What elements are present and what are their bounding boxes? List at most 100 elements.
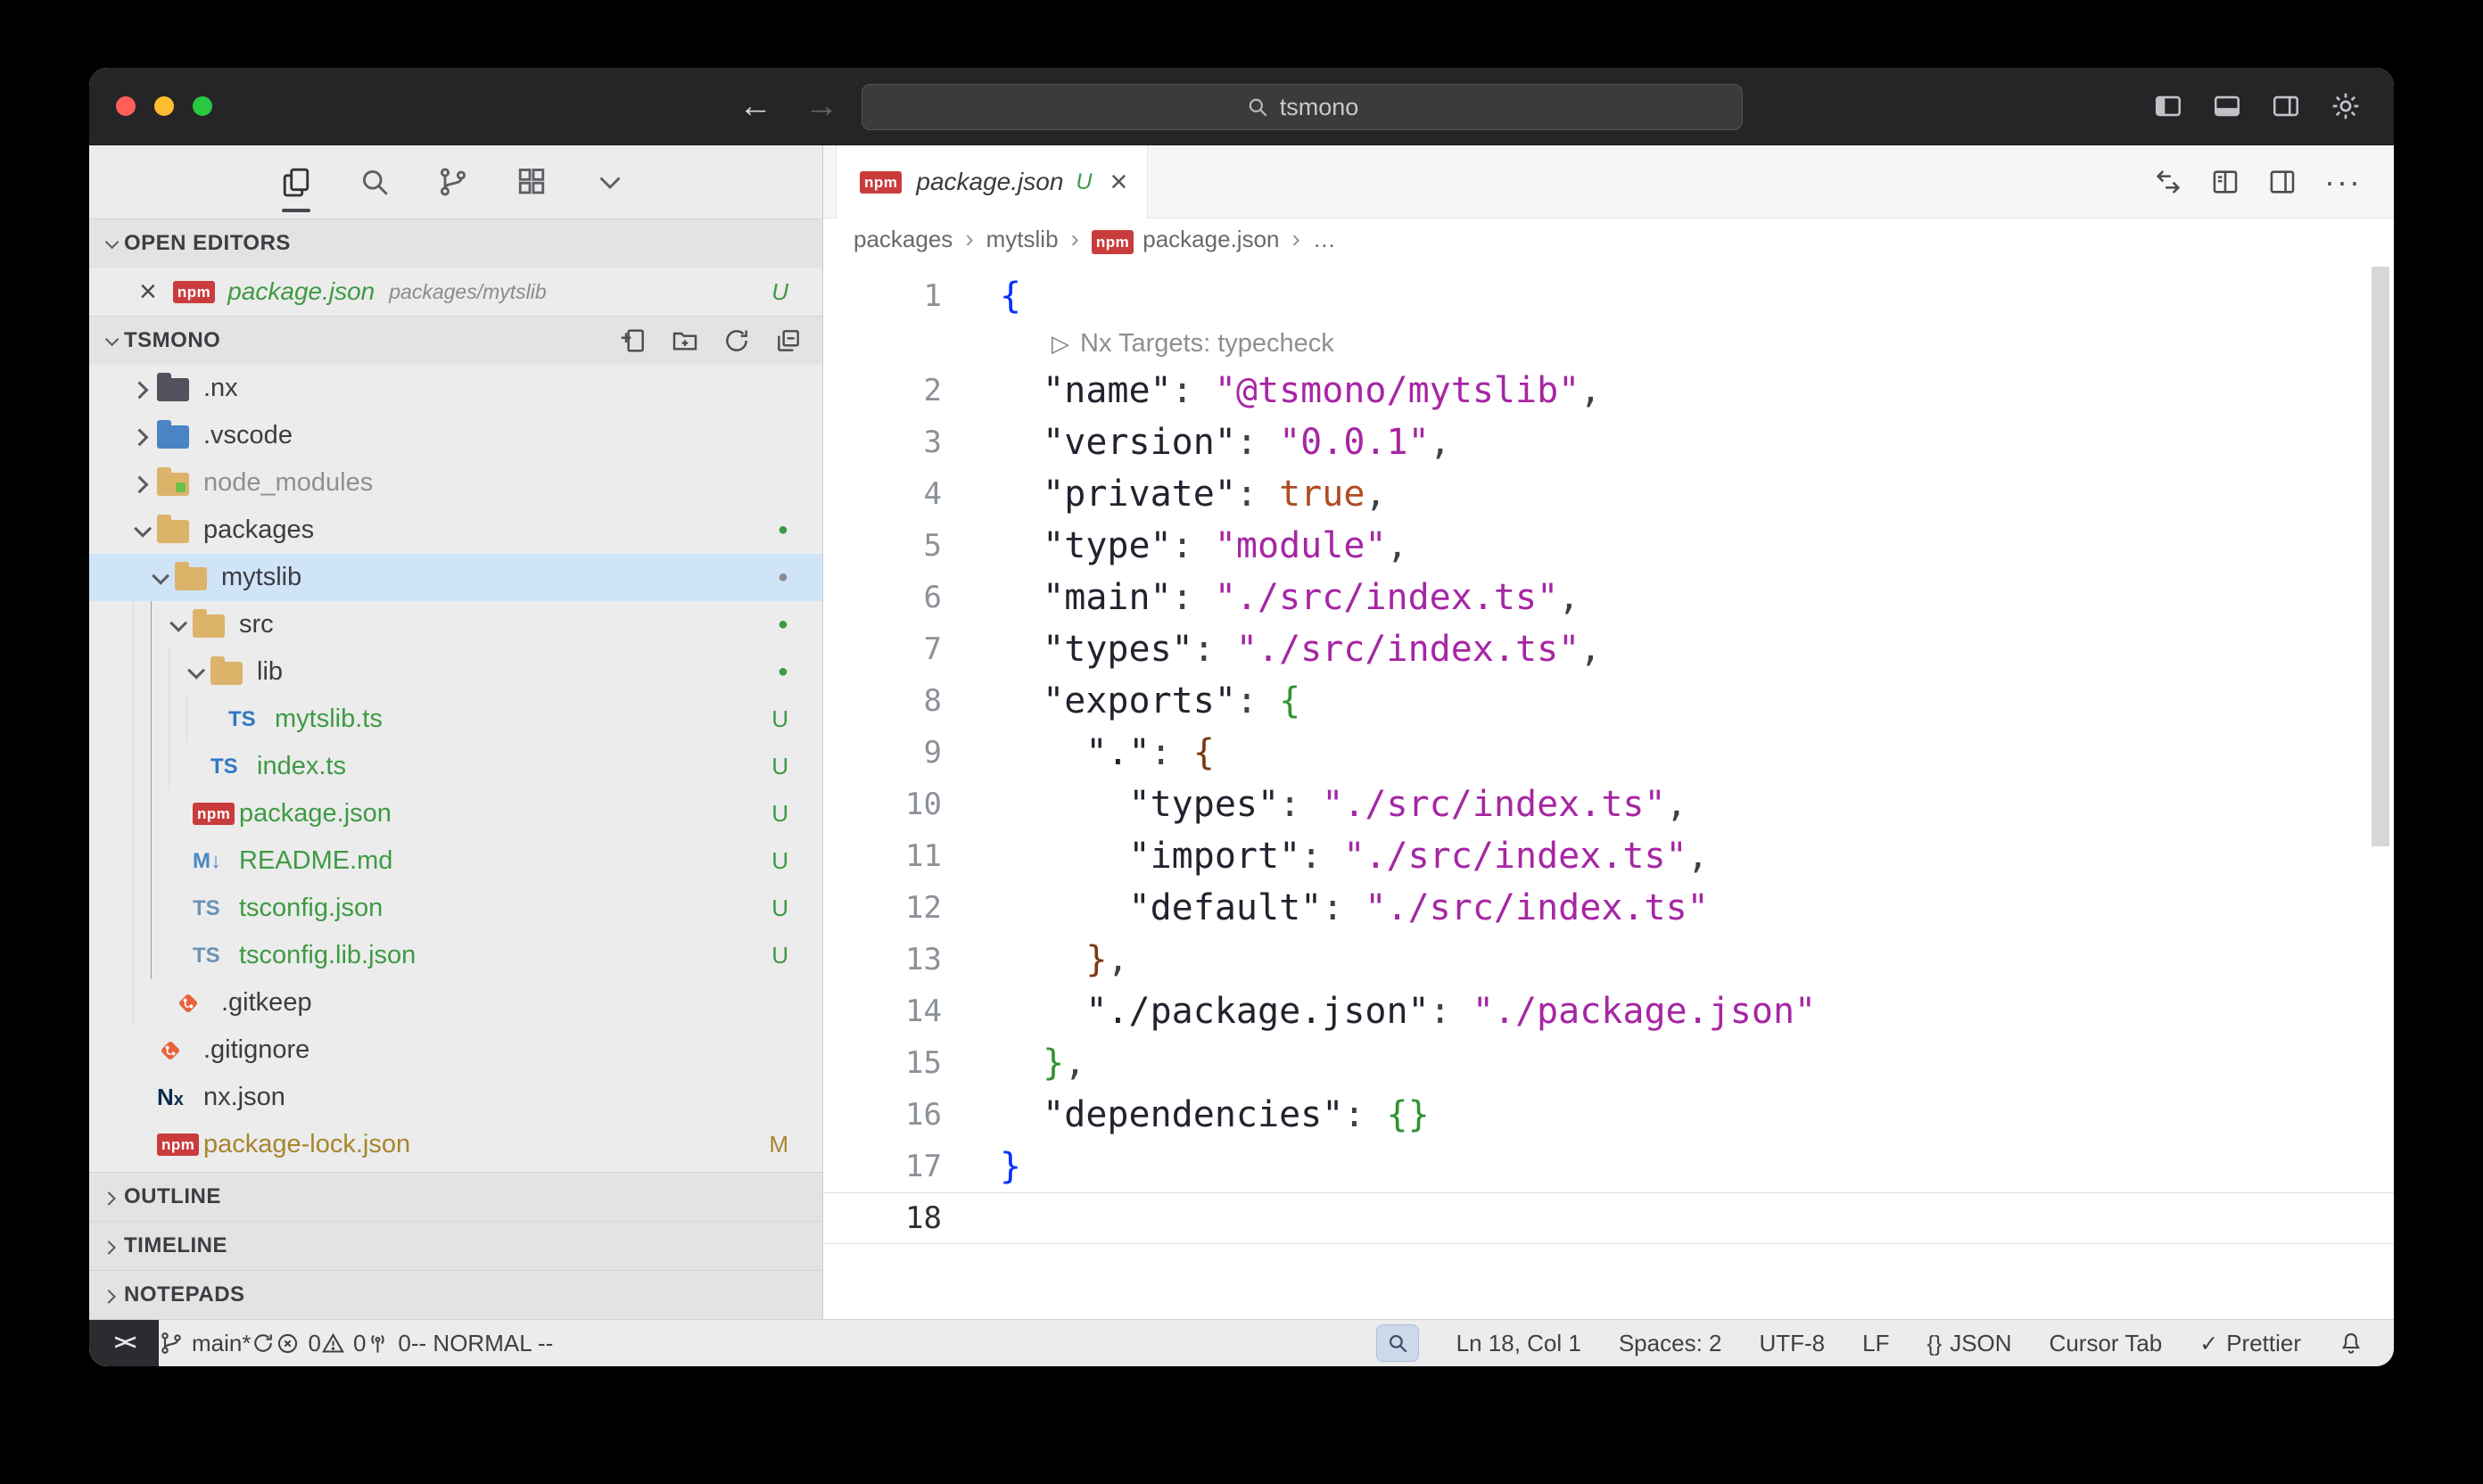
sync-changes[interactable] [251, 1331, 276, 1356]
tree-item-mytslib[interactable]: mytslib● [89, 554, 822, 601]
chevron-icon[interactable] [161, 619, 193, 631]
close-button[interactable] [116, 96, 136, 116]
settings-gear-icon[interactable] [2330, 90, 2362, 122]
open-editors-header[interactable]: OPEN EDITORS [89, 218, 822, 268]
code-line-16[interactable]: 16 "dependencies": {} [823, 1089, 2394, 1141]
formatter-indicator[interactable]: ✓Prettier [2199, 1330, 2301, 1357]
tree-item-tsconfig-lib-json[interactable]: TStsconfig.lib.jsonU [89, 932, 822, 979]
code-line-7[interactable]: 7 "types": "./src/index.ts", [823, 623, 2394, 675]
command-center-search[interactable]: tsmono [862, 84, 1743, 130]
tree-item-package-lock-json[interactable]: npmpackage-lock.jsonM [89, 1121, 822, 1168]
nav-forward-icon[interactable]: → [804, 87, 838, 126]
code-line-14[interactable]: 14 "./package.json": "./package.json" [823, 985, 2394, 1037]
tab-close-icon[interactable]: × [1110, 167, 1127, 197]
zoom-button[interactable] [193, 96, 212, 116]
warnings-indicator[interactable]: 0 [321, 1330, 366, 1357]
tree-item-gitignore[interactable]: .gitignore [89, 1026, 822, 1074]
cursor-position[interactable]: Ln 18, Col 1 [1456, 1330, 1581, 1357]
nav-back-icon[interactable]: ← [738, 87, 772, 126]
tree-item-vscode[interactable]: .vscode [89, 412, 822, 459]
tree-item-readme-md[interactable]: M↓README.mdU [89, 837, 822, 885]
toggle-sidebar-right-icon[interactable] [2271, 91, 2301, 121]
errors-indicator[interactable]: 0 [276, 1330, 320, 1357]
chevron-icon[interactable] [125, 524, 157, 537]
code-line-9[interactable]: 9 ".": { [823, 727, 2394, 779]
line-number: 2 [823, 365, 942, 416]
chevron-icon[interactable] [125, 383, 157, 395]
outline-section-header[interactable]: OUTLINE [89, 1172, 822, 1221]
code-line-17[interactable]: 17} [823, 1141, 2394, 1192]
tree-item-src[interactable]: src● [89, 601, 822, 648]
remote-indicator[interactable]: >< [89, 1320, 159, 1366]
tree-item-mytslib-ts[interactable]: TSmytslib.tsU [89, 696, 822, 743]
code-line-15[interactable]: 15 }, [823, 1037, 2394, 1089]
editor-actions: ··· [2153, 145, 2362, 218]
branch-indicator[interactable]: main* [159, 1330, 251, 1357]
zoom-indicator[interactable] [1376, 1324, 1419, 1362]
code-line-8[interactable]: 8 "exports": { [823, 675, 2394, 727]
minimize-button[interactable] [154, 96, 174, 116]
split-editor-icon[interactable] [2267, 167, 2297, 197]
breadcrumb-item-mytslib[interactable]: mytslib [986, 226, 1059, 253]
breadcrumb-item-package-json[interactable]: npmpackage.json [1092, 226, 1280, 253]
code-line-2[interactable]: 2 "name": "@tsmono/mytslib", [823, 365, 2394, 416]
chevron-icon[interactable] [125, 477, 157, 490]
code-line-18[interactable]: 18 [823, 1192, 2394, 1244]
code-line-6[interactable]: 6 "main": "./src/index.ts", [823, 572, 2394, 623]
code-line-13[interactable]: 13 }, [823, 934, 2394, 985]
code-line-11[interactable]: 11 "import": "./src/index.ts", [823, 830, 2394, 882]
tree-item-lib[interactable]: lib● [89, 648, 822, 696]
search-tab-icon[interactable] [359, 166, 391, 198]
chevron-icon[interactable] [143, 572, 175, 584]
tree-item-nx-json[interactable]: Nxnx.json [89, 1074, 822, 1121]
chevron-icon[interactable] [125, 430, 157, 442]
toggle-sidebar-left-icon[interactable] [2153, 91, 2183, 121]
code-line-5[interactable]: 5 "type": "module", [823, 520, 2394, 572]
notifications-bell[interactable] [2339, 1331, 2363, 1356]
code-line-10[interactable]: 10 "types": "./src/index.ts", [823, 779, 2394, 830]
tree-item-gitkeep[interactable]: .gitkeep [89, 979, 822, 1026]
tree-item-node-modules[interactable]: node_modules [89, 459, 822, 507]
cursor-tab-indicator[interactable]: Cursor Tab [2050, 1330, 2163, 1357]
new-file-icon[interactable] [619, 326, 648, 355]
more-actions-icon[interactable]: ··· [2324, 174, 2362, 190]
code-line-1[interactable]: 1{ [823, 270, 2394, 322]
chevron-icon[interactable] [178, 666, 210, 679]
chevron-down-icon [105, 235, 120, 249]
tree-item-tsconfig-json[interactable]: TStsconfig.jsonU [89, 885, 822, 932]
open-editor-item[interactable]: × npm package.json packages/mytslib U [89, 268, 822, 316]
extensions-tab-icon[interactable] [516, 166, 548, 198]
code-line-4[interactable]: 4 "private": true, [823, 468, 2394, 520]
indentation-indicator[interactable]: Spaces: 2 [1619, 1330, 1722, 1357]
breadcrumb-item-[interactable]: … [1313, 226, 1336, 253]
vim-mode-indicator[interactable]: -- NORMAL -- [411, 1330, 553, 1357]
more-views-chevron-icon[interactable] [594, 166, 626, 198]
code-area[interactable]: 1{▷Nx Targets: typecheck2 "name": "@tsmo… [823, 260, 2394, 1319]
explorer-tab-icon[interactable] [280, 166, 312, 198]
close-editor-icon[interactable]: × [139, 276, 157, 307]
tree-item-packages[interactable]: packages● [89, 507, 822, 554]
tab-package-json[interactable]: npm package.json U × [836, 145, 1148, 218]
language-indicator[interactable]: {}JSON [1927, 1330, 2012, 1357]
code-line-3[interactable]: 3 "version": "0.0.1", [823, 416, 2394, 468]
tree-item-index-ts[interactable]: TSindex.tsU [89, 743, 822, 790]
toggle-panel-icon[interactable] [2212, 91, 2242, 121]
collapse-folders-icon[interactable] [774, 326, 803, 355]
ports-indicator[interactable]: 0 [366, 1330, 410, 1357]
timeline-section-header[interactable]: TIMELINE [89, 1221, 822, 1270]
explorer-section-header[interactable]: TSMONO [89, 316, 822, 365]
layout-preview-icon[interactable] [2210, 167, 2240, 197]
tree-item-nx[interactable]: .nx [89, 365, 822, 412]
notepads-section-header[interactable]: NOTEPADS [89, 1270, 822, 1319]
eol-indicator[interactable]: LF [1862, 1330, 1889, 1357]
new-folder-icon[interactable] [671, 326, 699, 355]
tree-item-package-json[interactable]: npmpackage.jsonU [89, 790, 822, 837]
open-changes-icon[interactable] [2153, 167, 2183, 197]
editor-scrollbar[interactable] [2372, 267, 2389, 846]
codelens-action[interactable]: ▷Nx Targets: typecheck [823, 322, 2394, 365]
source-control-tab-icon[interactable] [437, 166, 469, 198]
encoding-indicator[interactable]: UTF-8 [1759, 1330, 1825, 1357]
breadcrumb-item-packages[interactable]: packages [854, 226, 953, 253]
refresh-icon[interactable] [722, 326, 751, 355]
code-line-12[interactable]: 12 "default": "./src/index.ts" [823, 882, 2394, 934]
